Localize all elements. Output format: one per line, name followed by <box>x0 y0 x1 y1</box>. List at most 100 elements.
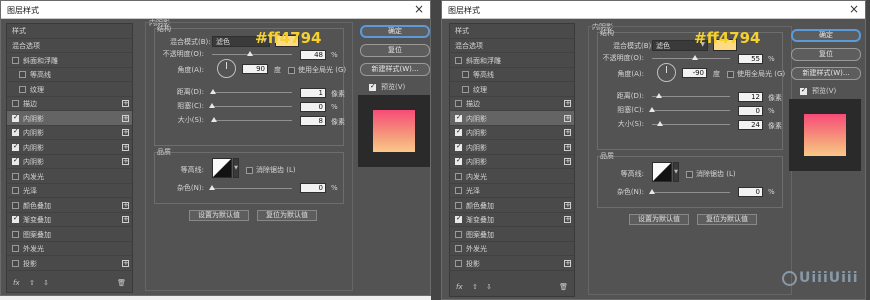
style-row[interactable]: 混合选项 <box>7 39 132 53</box>
add-style-icon[interactable]: + <box>122 114 129 122</box>
add-style-icon[interactable]: + <box>564 100 571 108</box>
style-row[interactable]: 纹理 <box>7 82 132 97</box>
style-checkbox[interactable] <box>12 201 19 209</box>
style-checkbox[interactable] <box>12 187 19 195</box>
move-up-icon[interactable]: ⇧ <box>472 283 478 291</box>
style-checkbox[interactable] <box>455 156 462 166</box>
trash-icon[interactable]: 🗑 <box>117 279 126 287</box>
style-row[interactable]: 内阴影 + <box>450 111 574 126</box>
style-row[interactable]: 内阴影 + <box>7 140 132 155</box>
style-checkbox[interactable] <box>455 214 462 224</box>
new-style-button[interactable]: 新建样式(W)... <box>791 67 861 80</box>
style-checkbox[interactable] <box>455 187 462 195</box>
style-checkbox[interactable] <box>455 56 462 64</box>
add-style-icon[interactable]: + <box>564 201 571 209</box>
move-down-icon[interactable]: ⇩ <box>43 279 49 287</box>
trash-icon[interactable]: 🗑 <box>559 283 568 291</box>
style-checkbox[interactable] <box>455 259 462 267</box>
add-style-icon[interactable]: + <box>564 129 571 137</box>
close-icon[interactable]: × <box>849 2 859 16</box>
style-checkbox[interactable] <box>455 113 462 122</box>
move-down-icon[interactable]: ⇩ <box>486 283 492 291</box>
dialog-titlebar: 图层样式 × <box>1 1 430 19</box>
style-row[interactable]: 渐变叠加 + <box>7 213 132 227</box>
style-row[interactable]: 投影 + <box>450 256 574 271</box>
add-style-icon[interactable]: + <box>564 259 571 267</box>
style-checkbox[interactable] <box>12 230 19 238</box>
style-checkbox[interactable] <box>455 100 462 108</box>
style-checkbox[interactable] <box>455 245 462 253</box>
styles-list: 样式 混合选项斜面和浮雕等高线纹理描边 + 内阴影 + 内阴影 + 内阴影 + 内阴影 + 内发光光… <box>449 23 575 297</box>
style-checkbox[interactable] <box>12 127 19 137</box>
style-row[interactable]: 斜面和浮雕 <box>450 53 574 68</box>
close-icon[interactable]: × <box>414 2 424 16</box>
style-checkbox[interactable] <box>12 142 19 151</box>
style-row[interactable]: 光泽 <box>7 184 132 198</box>
preview-checkbox[interactable] <box>369 82 376 91</box>
style-checkbox[interactable] <box>12 156 19 166</box>
style-checkbox[interactable] <box>462 85 469 93</box>
reset-button[interactable]: 复位 <box>360 44 430 57</box>
add-style-icon[interactable]: + <box>122 259 129 267</box>
style-checkbox[interactable] <box>455 142 462 151</box>
style-row[interactable]: 内阴影 + <box>7 111 132 126</box>
style-checkbox[interactable] <box>455 127 462 137</box>
style-checkbox[interactable] <box>19 71 26 79</box>
add-style-icon[interactable]: + <box>122 100 129 108</box>
style-checkbox[interactable] <box>12 100 19 108</box>
style-row[interactable]: 渐变叠加 + <box>450 213 574 227</box>
style-row[interactable]: 图案叠加 <box>450 227 574 242</box>
style-row[interactable]: 内阴影 + <box>7 155 132 169</box>
style-checkbox[interactable] <box>12 113 19 122</box>
style-checkbox[interactable] <box>19 85 26 93</box>
add-style-icon[interactable]: + <box>564 158 571 166</box>
watermark-logo: UiiiUiii <box>782 270 859 286</box>
style-row[interactable]: 颜色叠加 + <box>450 198 574 213</box>
fx-icon[interactable]: fx <box>13 279 20 287</box>
style-row[interactable]: 等高线 <box>450 68 574 82</box>
add-style-icon[interactable]: + <box>122 201 129 209</box>
style-row[interactable]: 颜色叠加 + <box>7 198 132 213</box>
preview-checkbox[interactable] <box>800 86 807 95</box>
add-style-icon[interactable]: + <box>122 143 129 151</box>
style-checkbox[interactable] <box>12 56 19 64</box>
style-row[interactable]: 描边 + <box>7 97 132 111</box>
fx-icon[interactable]: fx <box>456 283 463 291</box>
style-row[interactable]: 内发光 <box>450 169 574 184</box>
style-checkbox[interactable] <box>455 230 462 238</box>
style-row[interactable]: 内阴影 + <box>450 126 574 140</box>
add-style-icon[interactable]: + <box>564 216 571 224</box>
style-checkbox[interactable] <box>12 245 19 253</box>
style-row[interactable]: 内阴影 + <box>7 126 132 140</box>
add-style-icon[interactable]: + <box>122 158 129 166</box>
style-checkbox[interactable] <box>462 71 469 79</box>
style-row[interactable]: 图案叠加 <box>7 227 132 242</box>
style-row[interactable]: 外发光 <box>450 242 574 256</box>
style-row[interactable]: 斜面和浮雕 <box>7 53 132 68</box>
add-style-icon[interactable]: + <box>564 114 571 122</box>
style-row[interactable]: 内阴影 + <box>450 140 574 155</box>
new-style-button[interactable]: 新建样式(W)... <box>360 63 430 76</box>
style-checkbox[interactable] <box>12 214 19 224</box>
ok-button[interactable]: 确定 <box>791 29 861 42</box>
add-style-icon[interactable]: + <box>122 216 129 224</box>
style-checkbox[interactable] <box>455 201 462 209</box>
style-row[interactable]: 等高线 <box>7 68 132 82</box>
style-row[interactable]: 内发光 <box>7 169 132 184</box>
styles-header-label: 样式 <box>455 27 469 35</box>
style-row[interactable]: 描边 + <box>450 97 574 111</box>
ok-button[interactable]: 确定 <box>360 25 430 38</box>
style-row[interactable]: 纹理 <box>450 82 574 97</box>
style-row[interactable]: 外发光 <box>7 242 132 256</box>
add-style-icon[interactable]: + <box>122 129 129 137</box>
style-row[interactable]: 投影 + <box>7 256 132 271</box>
move-up-icon[interactable]: ⇧ <box>29 279 35 287</box>
style-row[interactable]: 光泽 <box>450 184 574 198</box>
style-checkbox[interactable] <box>12 259 19 267</box>
style-checkbox[interactable] <box>12 172 19 180</box>
style-row[interactable]: 内阴影 + <box>450 155 574 169</box>
style-checkbox[interactable] <box>455 172 462 180</box>
reset-button[interactable]: 复位 <box>791 48 861 61</box>
style-row[interactable]: 混合选项 <box>450 39 574 53</box>
add-style-icon[interactable]: + <box>564 143 571 151</box>
